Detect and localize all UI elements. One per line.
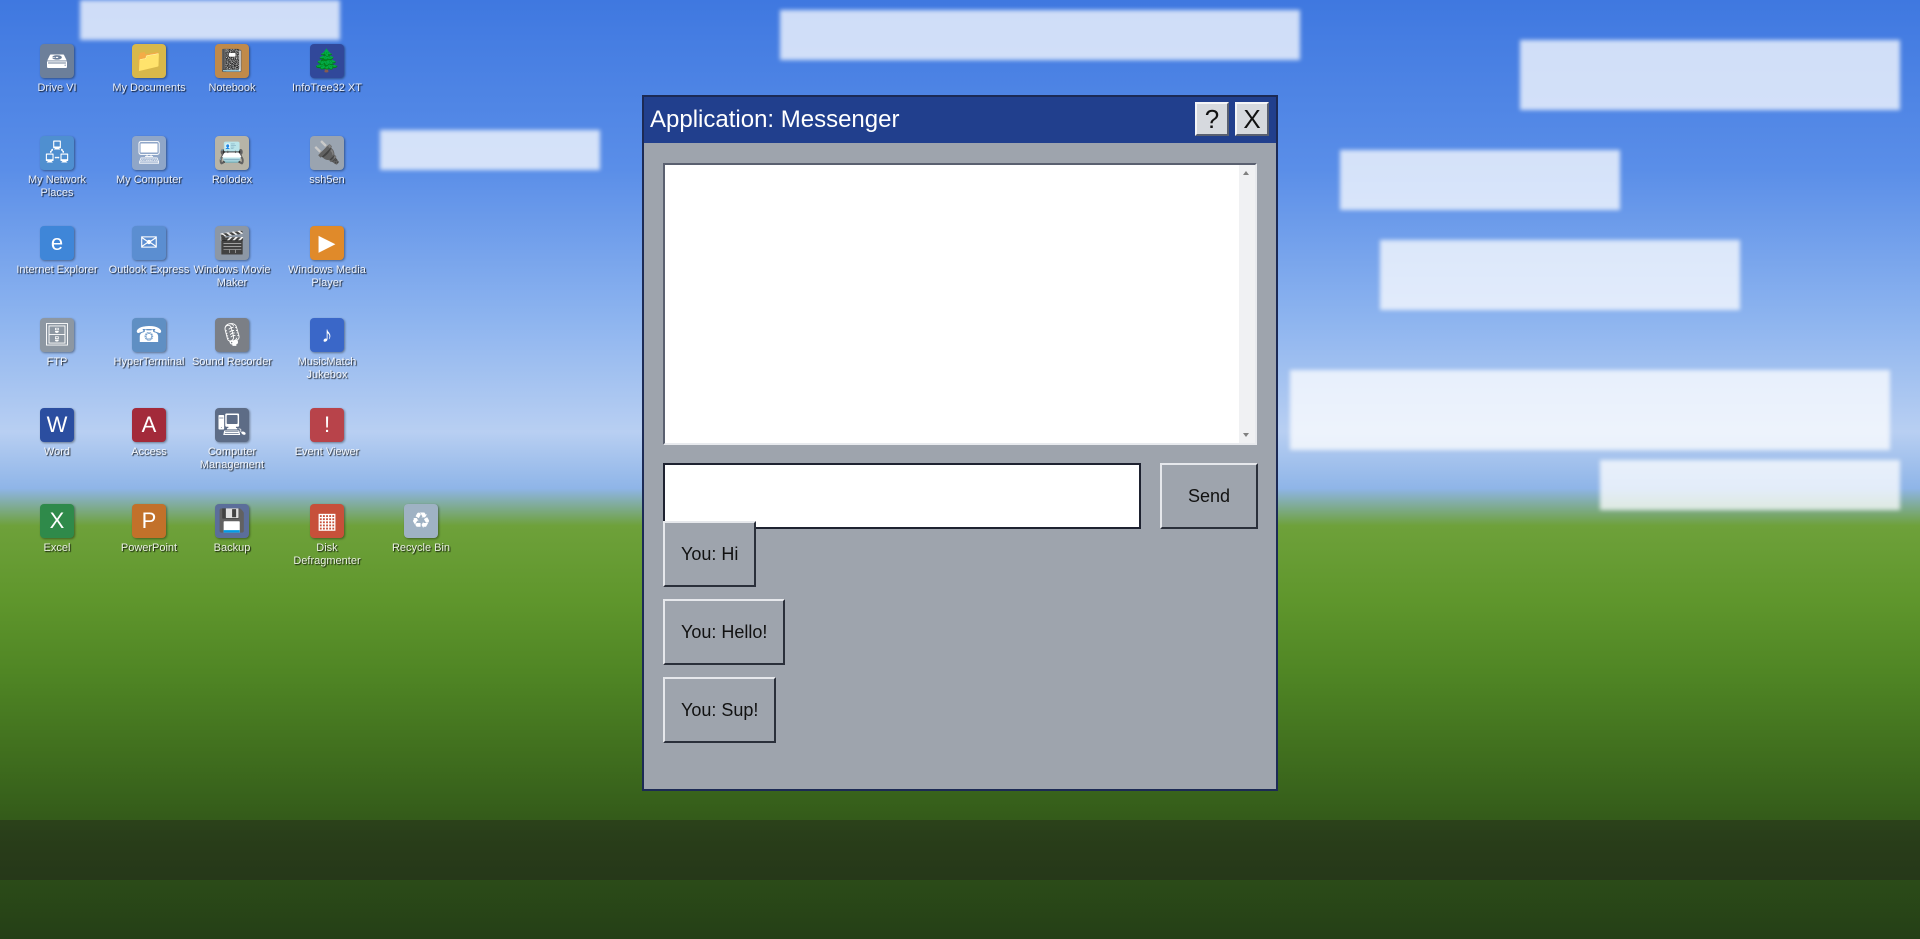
desktop-icon-label: FTP [46, 356, 68, 368]
drive-icon: 🖴 [40, 44, 74, 78]
message-item-sup[interactable]: You: Sup! [663, 677, 777, 743]
desktop-icon-label: Event Viewer [294, 446, 360, 458]
cloud [80, 0, 340, 40]
desktop-icon-ssh[interactable]: 🔌 ssh5en [284, 136, 370, 187]
desktop-icon-rolodex[interactable]: 📇 Rolodex [189, 136, 275, 187]
cloud [780, 10, 1300, 60]
help-button[interactable]: ? [1195, 102, 1229, 136]
backup-icon: 💾 [215, 504, 249, 538]
disk-defragmenter-icon: ▦ [310, 504, 344, 538]
desktop-icon-disk-defragmenter[interactable]: ▦ Disk Defragmenter [284, 504, 370, 568]
movie-maker-icon: 🎬 [215, 226, 249, 260]
cloud [1600, 460, 1900, 510]
event-viewer-icon: ! [310, 408, 344, 442]
desktop-icon-label: Windows Movie Maker [193, 264, 271, 289]
desktop-icon-recycle-bin[interactable]: ♻ Recycle Bin [378, 504, 464, 555]
desktop-icon-hyperterminal[interactable]: ☎ HyperTerminal [106, 318, 192, 369]
network-places-icon: 🖧 [40, 136, 74, 170]
desktop-icon-excel[interactable]: X Excel [14, 504, 100, 555]
desktop-icon-label: Outlook Express [108, 264, 190, 276]
desktop-icon-network-places[interactable]: 🖧 My Network Places [14, 136, 100, 200]
desktop-icon-label: Windows Media Player [288, 264, 366, 289]
desktop-icon-label: ssh5en [309, 174, 345, 186]
ssh-icon: 🔌 [310, 136, 344, 170]
cloud [1290, 370, 1890, 450]
chat-scrollbar[interactable] [1239, 165, 1255, 443]
message-input[interactable] [663, 463, 1141, 529]
internet-explorer-icon: e [40, 226, 74, 260]
desktop-icon-ftp[interactable]: 🗄 FTP [14, 318, 100, 369]
desktop-icon-label: Sound Recorder [191, 356, 273, 368]
desktop-icon-computer-management[interactable]: 🖳 Computer Management [189, 408, 275, 472]
recycle-bin-icon: ♻ [404, 504, 438, 538]
desktop-icon-label: MusicMatch Jukebox [297, 356, 357, 381]
infotree-icon: 🌲 [310, 44, 344, 78]
media-player-icon: ▶ [310, 226, 344, 260]
desktop-icon-label: Excel [43, 542, 71, 554]
desktop-icon-label: Word [43, 446, 71, 458]
desktop-icon-word[interactable]: W Word [14, 408, 100, 459]
access-icon: A [132, 408, 166, 442]
send-button[interactable]: Send [1160, 463, 1258, 529]
desktop-icon-label: Access [131, 446, 167, 458]
desktop-icon-movie-maker[interactable]: 🎬 Windows Movie Maker [189, 226, 275, 290]
desktop-icon-label: Computer Management [199, 446, 265, 471]
desktop-icon-label: Recycle Bin [391, 542, 451, 554]
desktop-icon-backup[interactable]: 💾 Backup [189, 504, 275, 555]
powerpoint-icon: P [132, 504, 166, 538]
message-item-hi[interactable]: You: Hi [663, 521, 757, 587]
desktop-icon-notebook[interactable]: 📓 Notebook [189, 44, 275, 95]
desktop-icon-label: Internet Explorer [16, 264, 98, 276]
desktop-icon-label: My Documents [112, 82, 186, 94]
desktop-icon-label: PowerPoint [120, 542, 178, 554]
desktop-icon-label: My Computer [115, 174, 183, 186]
documents-folder-icon: 📁 [132, 44, 166, 78]
desktop-icon-documents-folder[interactable]: 📁 My Documents [106, 44, 192, 95]
desktop-icon-label: Notebook [208, 82, 256, 94]
message-item-hello[interactable]: You: Hello! [663, 599, 786, 665]
desktop-background: 🖴 Drive VI 📁 My Documents 📓 Notebook 🌲 InfoTree… [0, 0, 1920, 939]
desktop-icon-media-player[interactable]: ▶ Windows Media Player [284, 226, 370, 290]
desktop-icon-internet-explorer[interactable]: e Internet Explorer [14, 226, 100, 277]
title-bar[interactable]: Application: Messenger ? X [644, 97, 1276, 143]
desktop-icon-drive[interactable]: 🖴 Drive VI [14, 44, 100, 95]
desktop-icon-access[interactable]: A Access [106, 408, 192, 459]
cloud [1380, 240, 1740, 310]
window-title: Application: Messenger [650, 106, 900, 133]
desktop-icon-infotree[interactable]: 🌲 InfoTree32 XT [284, 44, 370, 95]
cloud [380, 130, 600, 170]
desktop-icon-jukebox[interactable]: ♪ MusicMatch Jukebox [284, 318, 370, 382]
desktop-icon-label: My Network Places [27, 174, 87, 199]
jukebox-icon: ♪ [310, 318, 344, 352]
chat-log[interactable] [663, 163, 1257, 445]
word-icon: W [40, 408, 74, 442]
desktop-icon-outlook-express[interactable]: ✉ Outlook Express [106, 226, 192, 277]
messenger-window: Application: Messenger ? X Send You: Hi … [642, 95, 1278, 791]
notebook-icon: 📓 [215, 44, 249, 78]
desktop-icon-label: Disk Defragmenter [293, 542, 361, 567]
close-button[interactable]: X [1235, 102, 1269, 136]
hill-shadow [0, 820, 1920, 880]
desktop-icon-powerpoint[interactable]: P PowerPoint [106, 504, 192, 555]
sound-recorder-icon: 🎙 [215, 318, 249, 352]
desktop-icon-label: HyperTerminal [113, 356, 185, 368]
desktop-icon-event-viewer[interactable]: ! Event Viewer [284, 408, 370, 459]
desktop-icon-label: Drive VI [37, 82, 77, 94]
scroll-down-icon[interactable] [1243, 433, 1249, 437]
cloud [1520, 40, 1900, 110]
computer-management-icon: 🖳 [215, 408, 249, 442]
desktop-icon-sound-recorder[interactable]: 🎙 Sound Recorder [189, 318, 275, 369]
desktop-icon-label: Rolodex [211, 174, 253, 186]
excel-icon: X [40, 504, 74, 538]
hyperterminal-icon: ☎ [132, 318, 166, 352]
outlook-express-icon: ✉ [132, 226, 166, 260]
scroll-up-icon[interactable] [1243, 171, 1249, 175]
desktop-icon-label: Backup [213, 542, 251, 554]
cloud [1340, 150, 1620, 210]
computer-icon: 🖥 [132, 136, 166, 170]
desktop-icon-label: InfoTree32 XT [292, 82, 362, 94]
desktop-icon-computer[interactable]: 🖥 My Computer [106, 136, 192, 187]
ftp-icon: 🗄 [40, 318, 74, 352]
rolodex-icon: 📇 [215, 136, 249, 170]
